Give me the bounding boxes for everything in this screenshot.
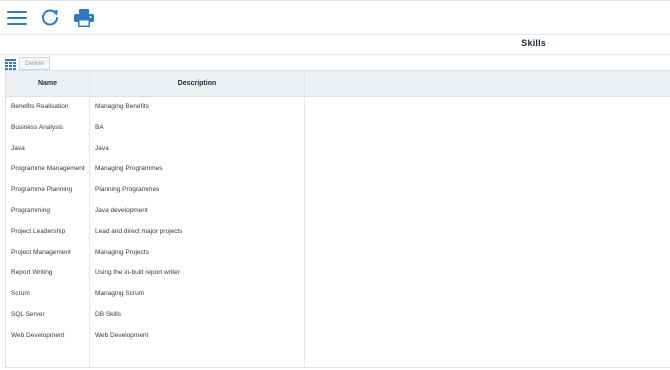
hamburger-menu-icon[interactable] <box>5 7 29 29</box>
table-row[interactable]: Java Java <box>6 139 670 160</box>
skills-table: Name Description Benefits Realisation Ma… <box>5 70 670 368</box>
cell-description: Planning Programmes <box>95 186 160 194</box>
table-row[interactable]: Scrum Managing Scrum <box>6 284 670 305</box>
cell-name: Java <box>11 144 25 152</box>
column-header-description[interactable]: Description <box>90 71 304 97</box>
toolbar-divider <box>0 34 670 35</box>
cell-name: Web Development <box>11 331 65 339</box>
cell-description: Managing Programmes <box>95 165 163 173</box>
cell-name: Business Analysis <box>11 123 64 131</box>
cell-description: Java <box>95 144 109 152</box>
cell-description: Managing Scrum <box>95 290 145 298</box>
page-title: Skills <box>521 38 546 48</box>
table-body: Benefits Realisation Managing Benefits B… <box>6 97 670 347</box>
cell-name: SQL Server <box>11 310 45 318</box>
cell-name: Scrum <box>11 290 30 298</box>
cell-description: Using the in-built report writer <box>95 269 180 277</box>
table-row[interactable]: Benefits Realisation Managing Benefits <box>6 97 670 118</box>
header-divider <box>0 54 670 55</box>
table-row[interactable]: Business Analysis BA <box>6 118 670 139</box>
cell-name: Report Writing <box>11 269 53 277</box>
table-row[interactable]: Programme Planning Planning Programmes <box>6 180 670 201</box>
cell-name: Benefits Realisation <box>11 103 69 110</box>
cell-description: DB Skills <box>95 310 122 318</box>
grid-settings-icon[interactable] <box>5 57 16 70</box>
cell-description: BA <box>95 123 104 131</box>
delete-button[interactable]: Delete <box>19 57 50 70</box>
table-row[interactable]: Project Management Managing Projects <box>6 243 670 264</box>
table-row[interactable]: Project Leadership Lead and direct major… <box>6 222 670 243</box>
cell-name: Project Management <box>11 248 71 256</box>
table-row[interactable]: Programme Management Managing Programmes <box>6 159 670 180</box>
cell-description: Java development <box>95 206 148 214</box>
table-row[interactable]: Report Writing Using the in-built report… <box>6 263 670 284</box>
table-row[interactable]: Web Development Web Development <box>6 326 670 347</box>
cell-name: Programme Planning <box>11 186 73 194</box>
refresh-icon[interactable] <box>38 7 62 29</box>
table-row[interactable]: Programming Java development <box>6 201 670 222</box>
table-row[interactable]: SQL Server DB Skills <box>6 305 670 326</box>
table-header: Name Description <box>6 70 670 97</box>
column-header-name[interactable]: Name <box>6 71 89 97</box>
toolbar <box>0 0 670 34</box>
cell-description: Web Development <box>95 331 149 339</box>
cell-description: Lead and direct major projects <box>95 227 183 235</box>
cell-description: Managing Projects <box>95 248 149 256</box>
cell-description: Managing Benefits <box>95 103 149 110</box>
cell-name: Programming <box>11 206 51 214</box>
cell-name: Programme Management <box>11 165 85 173</box>
cell-name: Project Leadership <box>11 227 66 235</box>
print-icon[interactable] <box>72 7 96 29</box>
